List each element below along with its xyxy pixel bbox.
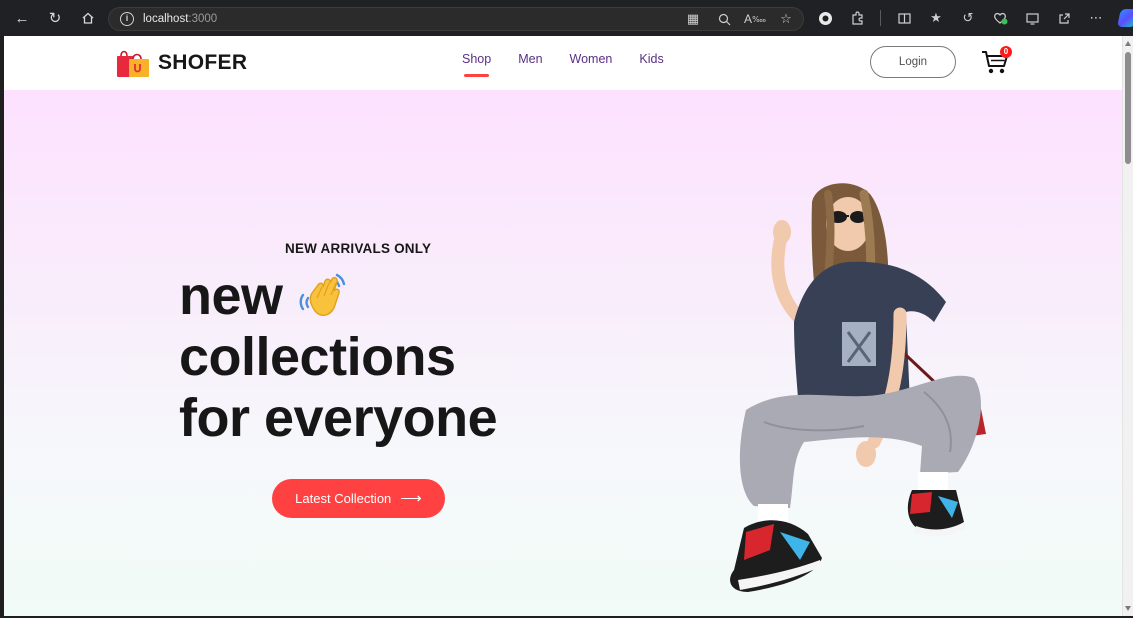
brand-name: SHOFER — [158, 50, 248, 74]
menu-item-women[interactable]: Women — [570, 52, 613, 66]
more-options-icon[interactable]: ⋯ — [1087, 9, 1105, 27]
scroll-down-arrow-icon[interactable] — [1125, 606, 1131, 611]
extensions-puzzle-icon[interactable] — [848, 9, 866, 27]
waving-hand-icon — [299, 273, 345, 316]
headline-line-3: for everyone — [179, 388, 498, 448]
browser-toolbar: ← ↻ i localhost:3000 ▦ A ‱ ☆ ★ ↺ ⋯ — [0, 0, 1133, 36]
favorites-icon[interactable]: ★ — [927, 9, 945, 27]
reload-icon[interactable]: ↻ — [43, 6, 67, 30]
cart-count-badge: 0 — [1000, 46, 1012, 58]
headline-line-1: new — [179, 266, 283, 326]
share-icon[interactable] — [1055, 9, 1073, 27]
scrollbar-thumb[interactable] — [1125, 52, 1131, 164]
toolbar-divider — [880, 10, 881, 26]
address-url[interactable]: localhost:3000 — [143, 13, 217, 25]
back-icon[interactable]: ← — [10, 6, 34, 30]
login-button[interactable]: Login — [870, 46, 956, 78]
split-screen-icon[interactable] — [895, 9, 913, 27]
history-icon[interactable]: ↺ — [959, 9, 977, 27]
main-menu: Shop Men Women Kids — [462, 52, 664, 77]
page-scrollbar[interactable] — [1122, 36, 1133, 616]
menu-item-men[interactable]: Men — [518, 52, 542, 66]
shopping-bag-icon — [117, 50, 149, 77]
menu-item-kids[interactable]: Kids — [639, 52, 663, 66]
extension-circle-icon[interactable] — [816, 9, 834, 27]
browser-essentials-icon[interactable] — [991, 9, 1009, 27]
zoom-icon[interactable] — [715, 10, 733, 28]
page-viewport: SHOFER Shop Men Women Kids Login 0 NEW A… — [4, 36, 1122, 616]
hero-model-image — [730, 183, 986, 592]
home-icon[interactable] — [76, 6, 100, 30]
screenshot-icon[interactable] — [1023, 9, 1041, 27]
hero-section: NEW ARRIVALS ONLY new collections for ev… — [4, 90, 1122, 616]
copilot-icon[interactable] — [1117, 9, 1133, 27]
scroll-up-arrow-icon[interactable] — [1125, 41, 1131, 46]
brand-logo[interactable]: SHOFER — [116, 47, 247, 78]
latest-collection-button[interactable]: Latest Collection ⟶ — [272, 479, 445, 518]
hero-eyebrow: NEW ARRIVALS ONLY — [285, 241, 432, 256]
site-navbar: SHOFER Shop Men Women Kids Login 0 — [4, 36, 1122, 90]
arrow-right-icon: ⟶ — [400, 490, 422, 507]
cta-label: Latest Collection — [295, 491, 392, 506]
menu-item-shop[interactable]: Shop — [462, 52, 491, 77]
apps-icon[interactable]: ▦ — [684, 10, 702, 28]
read-aloud-icon[interactable]: A ‱ — [744, 10, 766, 28]
hero-headline: new collections for everyone — [179, 266, 498, 449]
address-bar[interactable]: i localhost:3000 ▦ A ‱ ☆ — [108, 7, 804, 31]
site-info-icon[interactable]: i — [120, 12, 134, 26]
favorite-star-icon[interactable]: ☆ — [777, 10, 795, 28]
headline-line-2: collections — [179, 327, 456, 387]
